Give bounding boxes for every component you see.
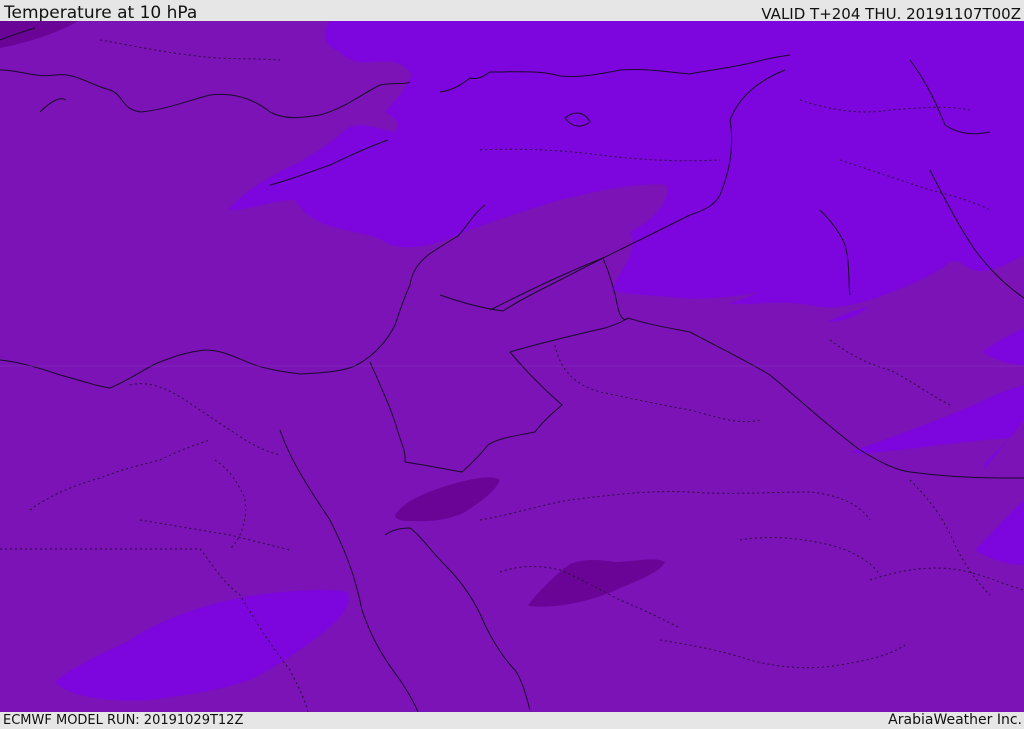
- map-title: Temperature at 10 hPa: [4, 3, 198, 23]
- footer-bar: ECMWF MODEL RUN: 20191029T12Z ArabiaWeat…: [0, 712, 1024, 729]
- credit-text: ArabiaWeather Inc.: [888, 712, 1022, 728]
- header-bar: Temperature at 10 hPa VALID T+204 THU. 2…: [0, 0, 1024, 23]
- map-canvas: [0, 21, 1024, 712]
- forecast-map: [0, 21, 1024, 712]
- model-run: ECMWF MODEL RUN: 20191029T12Z: [3, 713, 244, 728]
